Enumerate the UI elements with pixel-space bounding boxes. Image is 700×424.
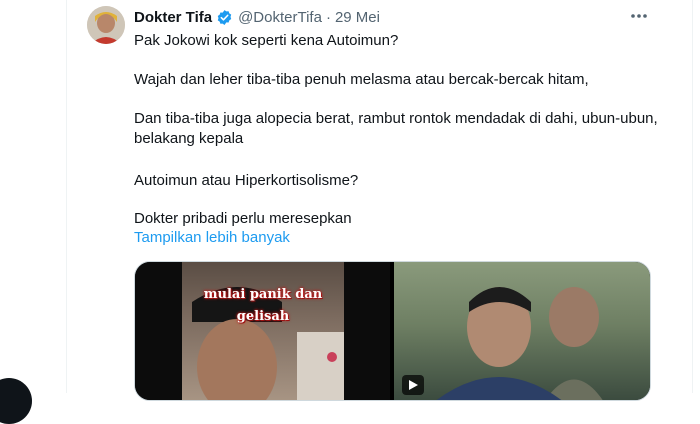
author-name[interactable]: Dokter Tifa — [134, 9, 212, 26]
tweet-line: Autoimun atau Hiperkortisolisme? — [134, 172, 359, 189]
tweet-date[interactable]: 29 Mei — [335, 9, 380, 26]
tweet-header: Dokter Tifa @DokterTifa · 29 Mei — [134, 7, 380, 27]
tweet-media[interactable]: mulai panik dan gelisah — [134, 261, 651, 401]
verified-badge-icon — [216, 9, 233, 26]
media-video-left[interactable]: mulai panik dan gelisah — [135, 262, 390, 400]
tweet-line: Dan tiba-tiba juga alopecia berat, rambu… — [134, 110, 658, 147]
media-video-right[interactable] — [394, 262, 650, 400]
overlay-line: mulai panik dan — [203, 287, 323, 302]
column-border-right — [692, 0, 693, 393]
overlay-line: gelisah — [236, 309, 290, 324]
tweet-line: Pak Jokowi kok seperti kena Autoimun? — [134, 32, 399, 49]
author-handle[interactable]: @DokterTifa — [238, 9, 322, 26]
video-overlay-caption: mulai panik dan gelisah — [182, 284, 344, 328]
tweet[interactable]: Dokter Tifa @DokterTifa · 29 Mei Pak Jok… — [67, 0, 692, 401]
separator: · — [325, 8, 331, 26]
show-more-link[interactable]: Tampilkan lebih banyak — [134, 229, 290, 246]
tweet-line: Dokter pribadi perlu meresepkan — [134, 210, 352, 227]
avatar[interactable] — [87, 6, 125, 44]
more-horizontal-icon[interactable] — [627, 8, 651, 26]
video-frame: mulai panik dan gelisah — [182, 262, 344, 400]
play-icon[interactable] — [402, 375, 424, 395]
left-sidebar — [0, 0, 66, 393]
tweet-line: Wajah dan leher tiba-tiba penuh melasma … — [134, 71, 589, 88]
